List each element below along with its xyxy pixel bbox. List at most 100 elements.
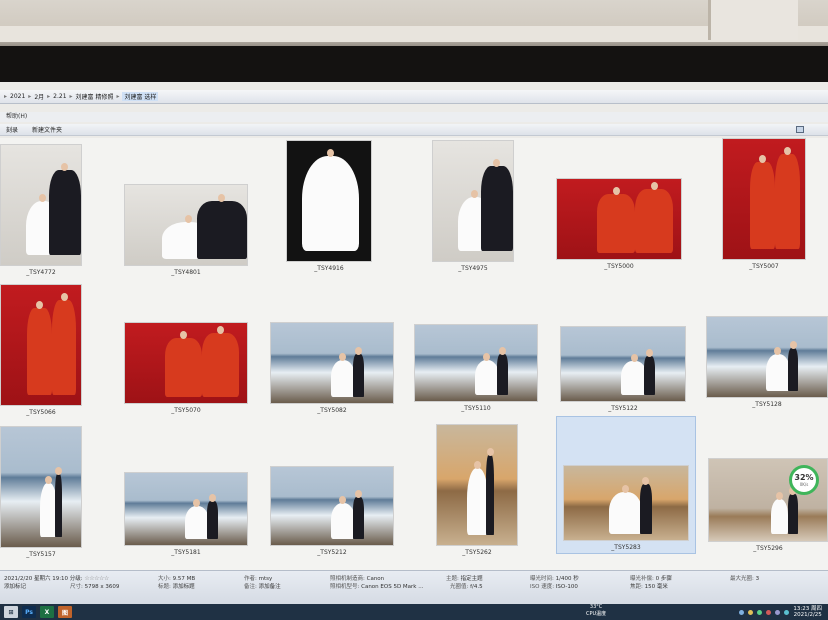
breadcrumb-1[interactable]: 2021 <box>10 93 25 100</box>
thumbnail-item[interactable]: _TSY5212 <box>270 466 394 558</box>
groom-figure <box>788 487 798 535</box>
subject-field[interactable]: 主题: 指定主题 <box>446 574 483 582</box>
menu-bar: 帮助(H) <box>0 112 828 122</box>
note-field[interactable]: 备注: 添加备注 <box>244 582 281 590</box>
figure-head <box>473 461 481 470</box>
breadcrumb-3[interactable]: 2.21 <box>53 93 66 100</box>
thumbnail-item[interactable]: _TSY5181 <box>124 472 248 558</box>
thumbnail-item[interactable]: _TSY5122 <box>560 326 686 414</box>
thumbnail-filename: _TSY5212 <box>317 549 347 556</box>
thumbnail-image[interactable] <box>270 322 394 404</box>
burn-button[interactable]: 刻录 <box>6 125 18 134</box>
figure-head <box>36 300 44 309</box>
thumbnail-filename: _TSY5296 <box>753 545 783 552</box>
figure-head <box>493 159 501 168</box>
thumbnail-image[interactable] <box>0 426 82 548</box>
figure-head <box>354 490 362 499</box>
start-button-icon[interactable]: ⊞ <box>4 606 18 618</box>
thumbnail-image[interactable] <box>436 424 518 546</box>
title-field[interactable]: 标题: 添加标题 <box>158 582 195 590</box>
thumbnail-item[interactable]: _TSY5128 <box>706 316 828 410</box>
thumbnail-image[interactable] <box>124 184 248 266</box>
thumbnail-image[interactable]: 32% 0K/s <box>708 458 828 542</box>
thumbnail-image[interactable] <box>556 178 682 260</box>
menu-help[interactable]: 帮助(H) <box>6 113 27 120</box>
tray-icon[interactable] <box>766 609 772 615</box>
tray-icon[interactable] <box>775 609 781 615</box>
thumbnail-item[interactable]: 32% 0K/s _TSY5296 <box>708 458 828 554</box>
speed-meter-widget[interactable]: 32% 0K/s <box>789 465 819 495</box>
thumbnail-image[interactable] <box>0 144 82 266</box>
chevron-right-icon[interactable]: ▸ <box>70 93 73 100</box>
thumbnail-image[interactable] <box>286 140 372 262</box>
figure-head <box>758 154 766 163</box>
thumbnail-item[interactable]: _TSY5000 <box>556 178 682 272</box>
figure-head <box>483 352 491 361</box>
new-folder-button[interactable]: 新建文件夹 <box>32 125 62 134</box>
thumbnail-image[interactable] <box>0 284 82 406</box>
command-bar: 刻录 新建文件夹 <box>0 124 828 136</box>
tray-icon[interactable] <box>757 609 763 615</box>
breadcrumb-5[interactable]: 刘建富 选样 <box>122 92 159 101</box>
figure-head <box>774 346 782 355</box>
thumbnail-item[interactable]: _TSY4975 <box>432 140 514 274</box>
thumbnail-image[interactable] <box>432 140 514 262</box>
thumbnail-item[interactable]: _TSY5157 <box>0 426 82 560</box>
figure-head <box>55 466 63 475</box>
excel-icon[interactable]: X <box>40 606 54 618</box>
thumbnail-item[interactable]: _TSY4801 <box>124 184 248 278</box>
thumbnail-item[interactable]: _TSY5262 <box>436 424 518 558</box>
bride-figure <box>621 353 647 396</box>
thumbnail-image[interactable] <box>414 324 538 402</box>
thumbnail-filename: _TSY5157 <box>26 551 56 558</box>
meter-percent: 32% <box>794 473 814 482</box>
groom-figure <box>55 466 63 538</box>
tray-icon[interactable] <box>739 609 745 615</box>
thumbnail-item[interactable]: _TSY5066 <box>0 284 82 418</box>
figure-head <box>646 348 654 357</box>
size-field: 大小: 9.57 MB <box>158 576 196 582</box>
thumbnail-grid: _TSY4772 _TSY4801 _TSY4916 _TSY4975 _TSY5000… <box>0 138 828 570</box>
bride-figure <box>27 300 52 396</box>
address-bar[interactable]: ▸ 2021 ▸ 2月 ▸ 2.21 ▸ 刘建富 精修照 ▸ 刘建富 选样 <box>0 90 828 104</box>
thumbnail-item[interactable]: _TSY4772 <box>0 144 82 278</box>
thumbnail-item[interactable]: _TSY5070 <box>124 322 248 416</box>
thumbnail-item[interactable]: _TSY4916 <box>286 140 372 274</box>
clock[interactable]: 13:23 周四 2021/2/25 <box>793 606 822 618</box>
thumbnail-image[interactable] <box>270 466 394 546</box>
chevron-right-icon[interactable]: ▸ <box>116 93 119 100</box>
chevron-right-icon[interactable]: ▸ <box>28 93 31 100</box>
groom-figure <box>496 347 508 395</box>
tray-icon[interactable] <box>784 609 790 615</box>
groom-figure <box>352 490 364 539</box>
wall-frame <box>708 0 798 40</box>
exposure-comp-field: 曝光补偿: 0 步骤 <box>630 576 672 582</box>
thumbnail-image[interactable] <box>722 138 806 260</box>
chevron-right-icon[interactable]: ▸ <box>47 93 50 100</box>
figure-head <box>61 163 69 172</box>
thumbnail-image[interactable] <box>560 326 686 402</box>
groom-figure <box>639 476 653 535</box>
figure-head <box>339 495 347 504</box>
thumbnail-item[interactable]: _TSY5283 <box>556 416 696 554</box>
thumbnail-item[interactable]: _TSY5007 <box>722 138 806 272</box>
author-field[interactable]: 作者: mtsy <box>244 574 272 582</box>
groom-figure <box>644 348 656 396</box>
thumbnail-filename: _TSY5181 <box>171 549 201 556</box>
thumbnail-image[interactable] <box>124 322 248 404</box>
thumbnail-item[interactable]: _TSY5110 <box>414 324 538 414</box>
breadcrumb-2[interactable]: 2月 <box>34 92 44 101</box>
tag-field[interactable]: 添加标记 <box>4 582 26 590</box>
thumbnail-image[interactable] <box>124 472 248 546</box>
thumbnail-image[interactable] <box>706 316 828 398</box>
tray-icon[interactable] <box>748 609 754 615</box>
view-options-icon[interactable] <box>796 126 804 133</box>
breadcrumb-4[interactable]: 刘建富 精修照 <box>76 92 114 101</box>
bride-figure <box>184 498 210 540</box>
thumbnail-item[interactable]: _TSY5082 <box>270 322 394 416</box>
image-viewer-icon[interactable]: 图 <box>58 606 72 618</box>
thumbnail-filename: _TSY5066 <box>26 409 56 416</box>
rating-stars[interactable]: ☆☆☆☆☆ <box>84 575 109 582</box>
thumbnail-image[interactable] <box>563 465 689 541</box>
photoshop-icon[interactable]: Ps <box>22 606 36 618</box>
